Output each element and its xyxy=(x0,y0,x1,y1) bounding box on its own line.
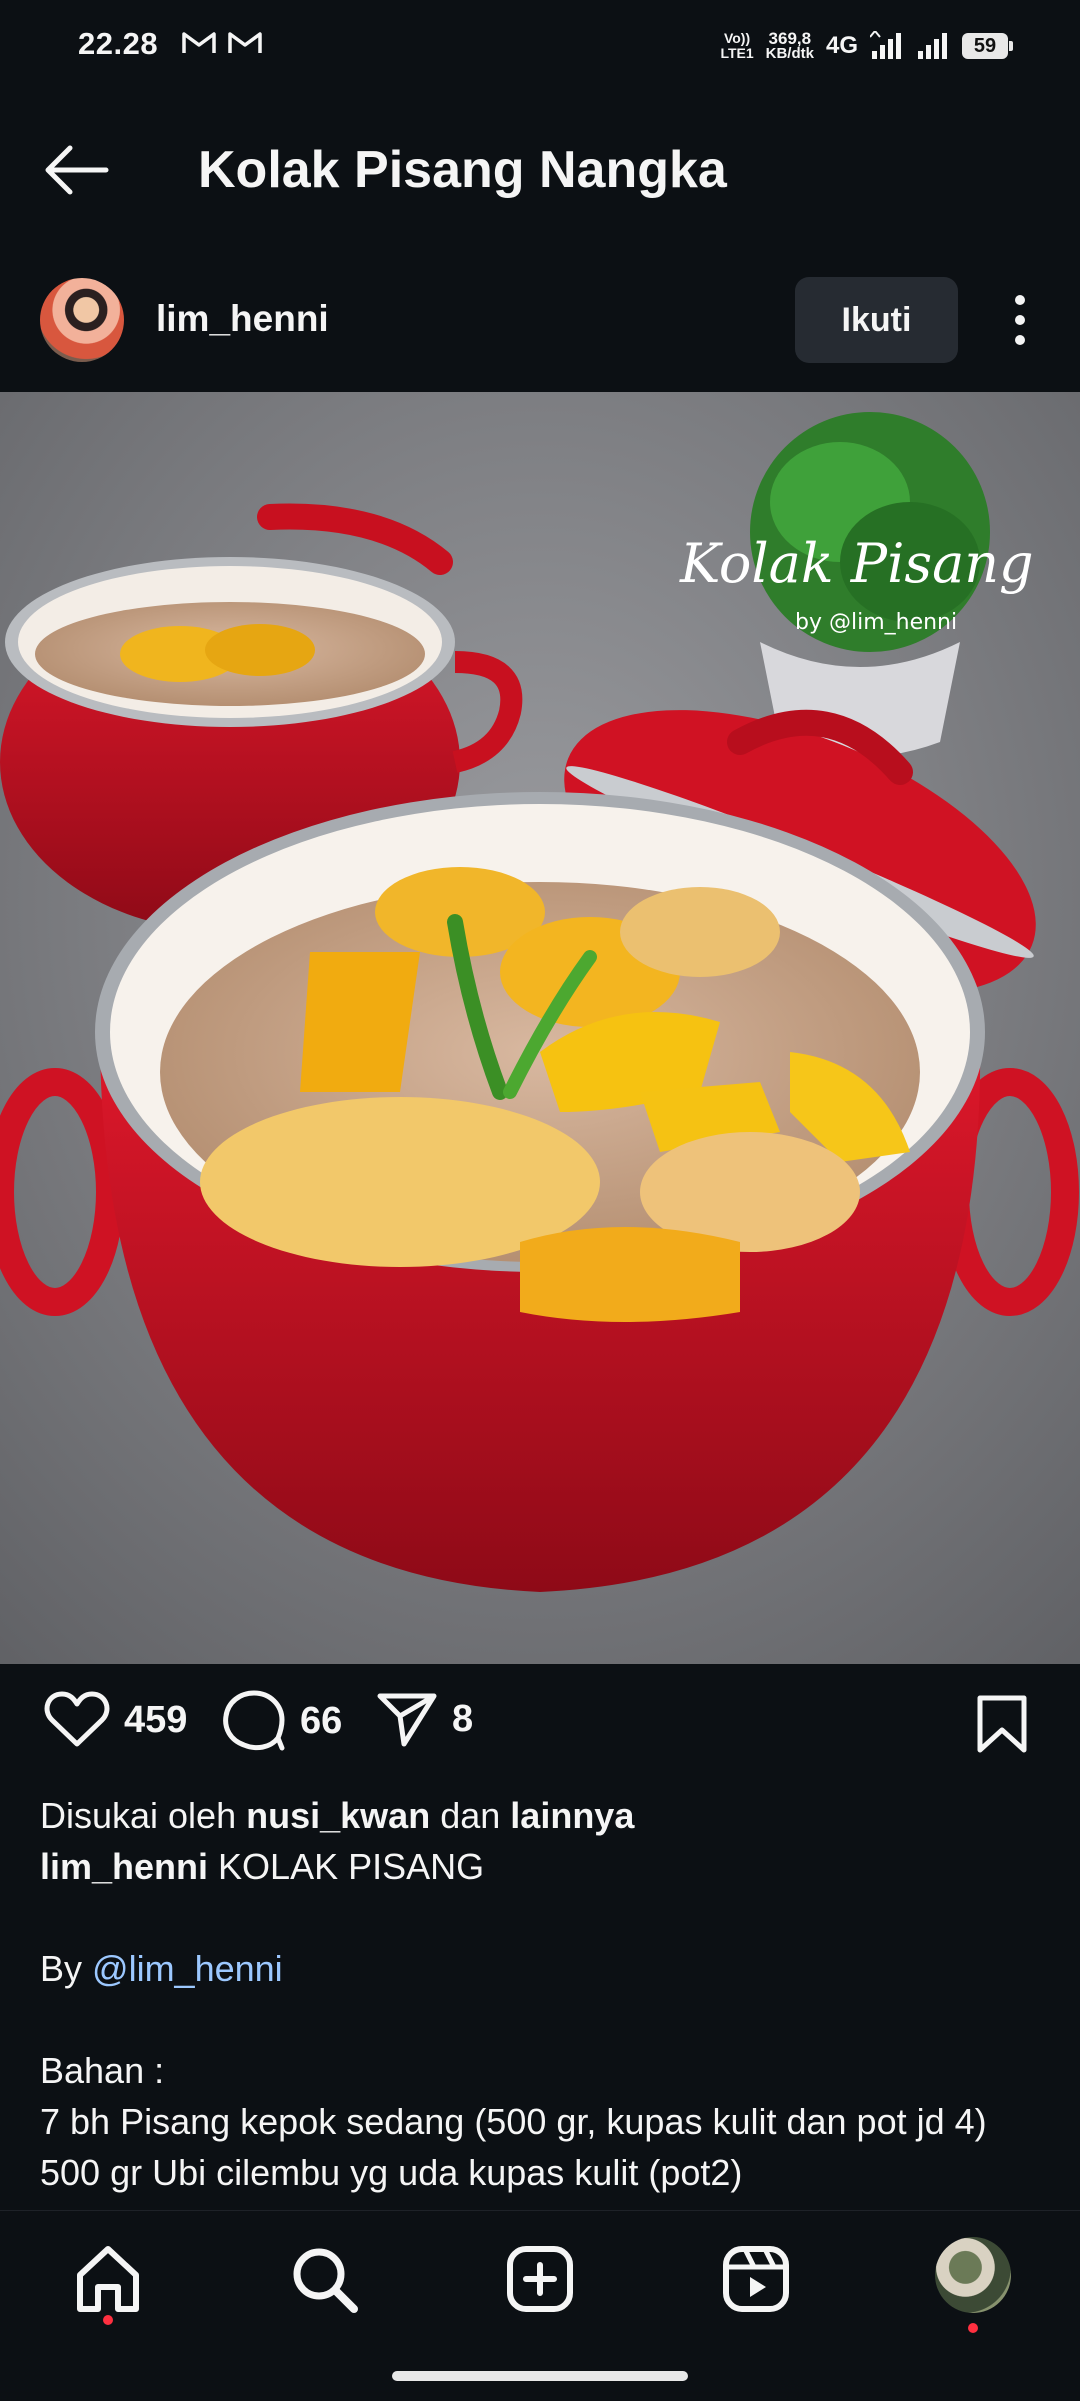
caption-by-line: By @lim_henni xyxy=(40,1948,283,1989)
like-count: 459 xyxy=(124,1698,188,1741)
watermark-byline: by @lim_henni xyxy=(795,610,957,635)
status-bar: 22.28 Vo)) LTE1 369,8 KB/dtk 4G 59 xyxy=(0,0,1080,96)
create-post-icon[interactable] xyxy=(500,2239,580,2319)
post-actions: 459 66 8 xyxy=(0,1690,1080,1770)
page-title: Kolak Pisang Nangka xyxy=(198,141,727,199)
follow-button[interactable]: Ikuti xyxy=(795,277,958,363)
watermark-title: Kolak Pisang xyxy=(679,532,1034,595)
liked-by-line[interactable]: Disukai oleh nusi_kwan dan lainnya xyxy=(40,1790,1050,1841)
kolak-photo-illustration: Kolak Pisang by @lim_henni xyxy=(0,392,1080,1664)
network-type: 4G xyxy=(825,32,858,59)
gmail-icon xyxy=(182,32,216,53)
signal-icon xyxy=(870,31,901,59)
gesture-home-bar[interactable] xyxy=(392,2371,688,2381)
status-time: 22.28 xyxy=(78,26,159,61)
share-count: 8 xyxy=(452,1697,474,1740)
comment-icon xyxy=(223,1690,285,1751)
caption-title-line: lim_henni KOLAK PISANG xyxy=(40,1846,485,1887)
profile-avatar[interactable] xyxy=(935,2237,1011,2313)
ingredients-heading: Bahan : xyxy=(40,2050,165,2091)
like-button[interactable]: 459 xyxy=(44,1690,187,1750)
reels-icon[interactable] xyxy=(716,2239,796,2319)
caption-author[interactable]: lim_henni xyxy=(40,1846,208,1887)
author-mention-link[interactable]: @lim_henni xyxy=(92,1948,283,1989)
top-header: Kolak Pisang Nangka xyxy=(0,110,1080,230)
more-options-icon[interactable] xyxy=(1000,288,1040,352)
gmail-icon xyxy=(228,32,262,53)
comment-button[interactable]: 66 xyxy=(222,1690,342,1752)
volte-indicator: Vo)) LTE1 xyxy=(720,30,754,61)
author-username[interactable]: lim_henni xyxy=(156,298,329,340)
network-speed: 369,8 KB/dtk xyxy=(765,29,814,62)
share-button[interactable]: 8 xyxy=(376,1690,473,1748)
post-photo[interactable]: Kolak Pisang by @lim_henni xyxy=(0,392,1080,1664)
ingredient-item: 7 bh Pisang kepok sedang (500 gr, kupas … xyxy=(40,2101,987,2142)
search-icon[interactable] xyxy=(284,2239,364,2319)
bottom-navigation xyxy=(0,2210,1080,2401)
avatar[interactable] xyxy=(40,278,124,362)
home-icon[interactable] xyxy=(68,2239,148,2319)
status-indicators: Vo)) LTE1 369,8 KB/dtk 4G 59 xyxy=(720,26,1013,66)
post-caption: Disukai oleh nusi_kwan dan lainnya lim_h… xyxy=(40,1790,1050,2198)
comment-count: 66 xyxy=(300,1699,343,1742)
notification-dot xyxy=(103,2315,113,2325)
heart-icon xyxy=(44,1691,110,1747)
send-icon xyxy=(377,1693,437,1747)
post-author-row: lim_henni Ikuti xyxy=(0,270,1080,370)
battery-indicator: 59 xyxy=(962,33,1013,59)
signal-icon xyxy=(918,33,947,59)
ingredient-item: 500 gr Ubi cilembu yg uda kupas kulit (p… xyxy=(40,2152,743,2193)
notification-dot xyxy=(968,2323,978,2333)
bookmark-icon[interactable] xyxy=(974,1694,1030,1754)
arrow-left-icon[interactable] xyxy=(40,140,112,200)
